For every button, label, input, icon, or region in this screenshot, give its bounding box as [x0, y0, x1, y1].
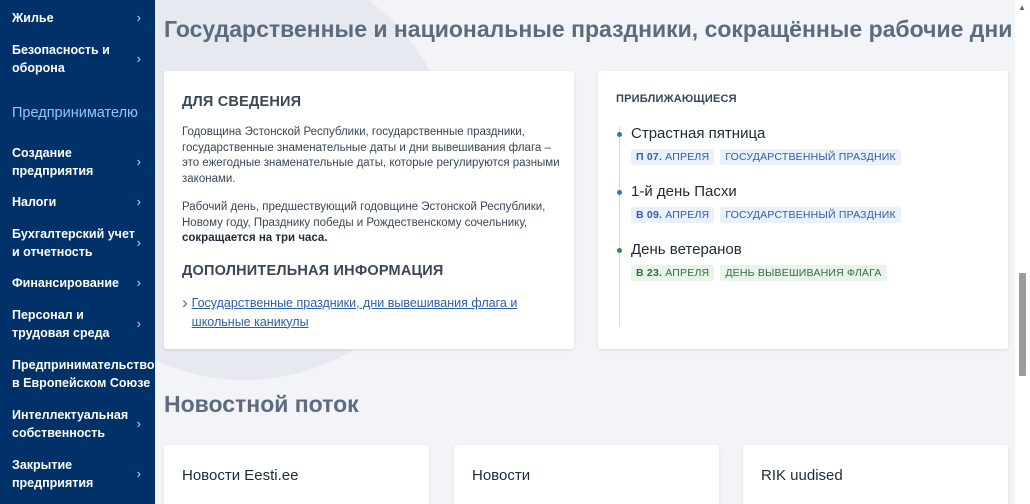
news-feed-title: Новостной поток — [164, 391, 359, 417]
event-type-badge: ГОСУДАРСТВЕННЫЙ ПРАЗДНИК — [720, 207, 901, 223]
chevron-right-icon: › — [136, 275, 141, 290]
chevron-right-icon: › — [136, 10, 141, 25]
sidebar-item-label: предприятия — [12, 164, 94, 178]
info-paragraph-shortened-day: Рабочий день, предшествующий годовщине Э… — [182, 200, 562, 247]
chevron-right-icon: › — [136, 194, 141, 209]
vertical-scrollbar[interactable]: ▲ — [1015, 0, 1030, 504]
sidebar-section-entrepreneur[interactable]: Предпринимателю — [12, 105, 138, 121]
event-name: Страстная пятница — [631, 125, 766, 142]
sidebar-item-label: Безопасность и — [12, 43, 110, 57]
sidebar-item-label: Персонал и — [12, 308, 84, 322]
scrollbar-thumb[interactable] — [1019, 273, 1026, 376]
chevron-right-icon: › — [136, 466, 141, 481]
sidebar-item-label: предприятия — [12, 476, 94, 490]
info-paragraph: Годовщина Эстонской Республики, государс… — [182, 126, 560, 185]
event-date-badge: П 07. АПРЕЛЯ — [631, 149, 715, 165]
upcoming-title: ПРИБЛИЖАЮЩИЕСЯ — [616, 93, 737, 105]
chevron-right-icon: › — [136, 235, 141, 250]
page-title: Государственные и национальные праздники… — [164, 16, 1013, 42]
event-date-badge: В 23. АПРЕЛЯ — [631, 265, 715, 281]
sidebar-item-label: собственность — [12, 426, 106, 440]
holidays-link[interactable]: › Государственные праздники, дни вывешив… — [182, 294, 542, 331]
sidebar-item-label: оборона — [12, 61, 65, 75]
event-date-day: П 07. — [636, 151, 663, 163]
news-card-rik[interactable]: RIK uudised — [743, 445, 1008, 504]
event-date-badge: В 09. АПРЕЛЯ — [631, 207, 715, 223]
event-type-badge: ДЕНЬ ВЫВЕШИВАНИЯ ФЛАГА — [720, 265, 887, 281]
sidebar-item-label: Создание — [12, 146, 72, 160]
timeline-dot-icon — [617, 248, 622, 253]
chevron-right-icon: › — [182, 293, 188, 312]
sidebar-item-label: в Европейском Союзе — [12, 376, 151, 390]
sidebar-item-personnel[interactable]: Персонал и трудовая среда › — [0, 305, 155, 343]
scroll-up-arrow-icon[interactable]: ▲ — [1018, 3, 1026, 12]
info-paragraph-bold: сокращается на три часа. — [182, 232, 328, 244]
sidebar-item-label: Закрытие — [12, 458, 73, 472]
info-heading: ДЛЯ СВЕДЕНИЯ — [182, 94, 302, 110]
sidebar-item-label: Налоги — [12, 195, 57, 209]
event-name: День ветеранов — [631, 241, 742, 258]
event-date-day: В 09. — [636, 209, 663, 221]
event-date-day: В 23. — [636, 267, 663, 279]
sidebar-item-security-defence[interactable]: Безопасность и оборона › — [0, 40, 155, 78]
sidebar-item-label: и отчетность — [12, 245, 93, 259]
info-card: ДЛЯ СВЕДЕНИЯ Годовщина Эстонской Республ… — [164, 71, 574, 349]
more-info-heading: ДОПОЛНИТЕЛЬНАЯ ИНФОРМАЦИЯ — [182, 263, 444, 279]
news-card-title: RIK uudised — [761, 467, 843, 484]
chevron-right-icon: › — [136, 154, 141, 169]
news-card-title: Новости Eesti.ee — [182, 467, 299, 484]
timeline-dot-icon — [617, 190, 622, 195]
event-name: 1-й день Пасхи — [631, 183, 737, 200]
event-type-badge: ГОСУДАРСТВЕННЫЙ ПРАЗДНИК — [720, 149, 901, 165]
news-card-eesti[interactable]: Новости Eesti.ee — [164, 445, 429, 504]
sidebar-item-company-closing[interactable]: Закрытие предприятия › — [0, 455, 155, 493]
event-date-month: АПРЕЛЯ — [662, 267, 710, 279]
sidebar-item-eu-business[interactable]: Предпринимательство в Европейском Союзе — [0, 355, 155, 393]
holidays-link-text[interactable]: Государственные праздники, дни вывешиван… — [192, 294, 542, 331]
news-card-title: Новости — [472, 467, 531, 484]
sidebar-item-label: Жилье — [12, 11, 54, 25]
sidebar-item-taxes[interactable]: Налоги › — [0, 192, 155, 212]
upcoming-card: ПРИБЛИЖАЮЩИЕСЯ Страстная пятница П 07. А… — [598, 71, 1008, 349]
timeline-dot-icon — [617, 132, 622, 137]
sidebar-item-label: Интеллектуальная — [12, 408, 129, 422]
sidebar-item-label: трудовая среда — [12, 326, 110, 340]
event-date-month: АПРЕЛЯ — [662, 209, 710, 221]
sidebar-nav: Жилье › Безопасность и оборона › Предпри… — [0, 0, 155, 504]
chevron-right-icon: › — [136, 316, 141, 331]
main-content: Государственные и национальные праздники… — [155, 0, 1015, 504]
sidebar-item-financing[interactable]: Финансирование › — [0, 273, 155, 293]
event-date-month: АПРЕЛЯ — [662, 151, 710, 163]
news-card-news[interactable]: Новости — [454, 445, 719, 504]
sidebar-item-housing[interactable]: Жилье › — [0, 8, 155, 28]
sidebar-item-company-creation[interactable]: Создание предприятия › — [0, 143, 155, 181]
sidebar-item-label: Предпринимательство — [12, 358, 155, 372]
timeline-line — [619, 126, 620, 326]
info-paragraph-text: Рабочий день, предшествующий годовщине Э… — [182, 201, 546, 229]
chevron-right-icon: › — [136, 51, 141, 66]
sidebar-item-label: Финансирование — [12, 276, 119, 290]
sidebar-item-intellectual-property[interactable]: Интеллектуальная собственность › — [0, 405, 155, 443]
sidebar-item-accounting[interactable]: Бухгалтерский учет и отчетность › — [0, 224, 155, 262]
chevron-right-icon: › — [136, 416, 141, 431]
sidebar-item-label: Бухгалтерский учет — [12, 227, 135, 241]
